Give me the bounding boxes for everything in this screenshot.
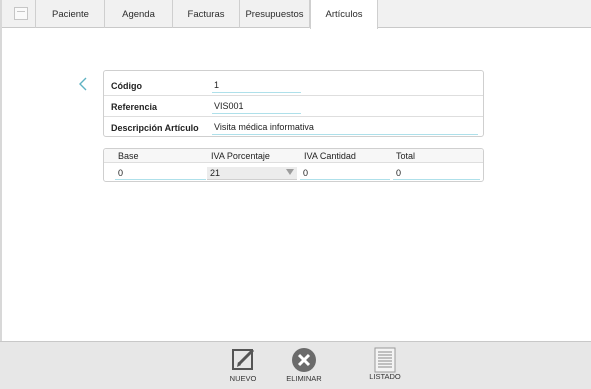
codigo-field[interactable]: 1 xyxy=(212,80,301,93)
list-icon xyxy=(374,347,396,373)
base-field[interactable]: 0 xyxy=(115,167,206,180)
tab-label: Presupuestos xyxy=(245,8,304,20)
window-edge xyxy=(0,0,2,389)
iva-porcentaje-header: IVA Porcentaje xyxy=(211,151,270,161)
delete-icon xyxy=(292,348,316,372)
eliminar-label: ELIMINAR xyxy=(286,374,322,383)
pricing-panel: Base IVA Porcentaje IVA Cantidad Total 0… xyxy=(103,148,484,182)
iva-cantidad-field[interactable]: 0 xyxy=(300,167,390,180)
codigo-label: Código xyxy=(111,81,142,91)
referencia-label: Referencia xyxy=(111,102,158,112)
nuevo-label: NUEVO xyxy=(229,374,257,383)
tab-presupuestos[interactable]: Presupuestos xyxy=(240,0,310,28)
referencia-row: Referencia VIS001 xyxy=(104,96,483,117)
total-field[interactable]: 0 xyxy=(393,167,480,180)
dropdown-caret-icon xyxy=(286,169,294,175)
article-panel: Código 1 Referencia VIS001 Descripción A… xyxy=(103,70,484,137)
chevron-left-icon[interactable] xyxy=(77,77,89,93)
document-icon xyxy=(14,7,28,20)
referencia-field[interactable]: VIS001 xyxy=(212,101,301,114)
tab-facturas[interactable]: Facturas xyxy=(173,0,240,28)
iva-cantidad-header: IVA Cantidad xyxy=(304,151,356,161)
edit-icon xyxy=(232,348,255,370)
iva-porcentaje-value: 21 xyxy=(210,168,221,178)
descripcion-label: Descripción Artículo xyxy=(111,123,199,133)
tab-label: Paciente xyxy=(52,8,89,20)
total-header: Total xyxy=(396,151,416,161)
tab-articulos[interactable]: Artículos xyxy=(310,0,378,29)
tab-bar: Paciente Agenda Facturas Presupuestos Ar… xyxy=(2,0,591,29)
codigo-row: Código 1 xyxy=(104,75,483,96)
iva-porcentaje-select[interactable]: 21 xyxy=(207,167,297,180)
pricing-header: Base IVA Porcentaje IVA Cantidad Total xyxy=(104,149,483,163)
descripcion-row: Descripción Artículo Visita médica infor… xyxy=(104,117,483,138)
tab-label: Artículos xyxy=(325,9,363,20)
nuevo-button[interactable]: NUEVO xyxy=(218,347,268,387)
listado-label: LISTADO xyxy=(369,372,401,381)
tab-label: Agenda xyxy=(122,8,155,20)
base-header: Base xyxy=(118,151,139,161)
listado-button[interactable]: LISTADO xyxy=(360,347,410,387)
home-tab[interactable] xyxy=(6,0,36,28)
bottom-toolbar: NUEVO ELIMINAR LISTADO xyxy=(0,341,591,389)
tab-paciente[interactable]: Paciente xyxy=(37,0,105,28)
eliminar-button[interactable]: ELIMINAR xyxy=(279,347,329,387)
descripcion-field[interactable]: Visita médica informativa xyxy=(212,122,478,135)
tab-agenda[interactable]: Agenda xyxy=(105,0,173,28)
tab-label: Facturas xyxy=(187,8,225,20)
